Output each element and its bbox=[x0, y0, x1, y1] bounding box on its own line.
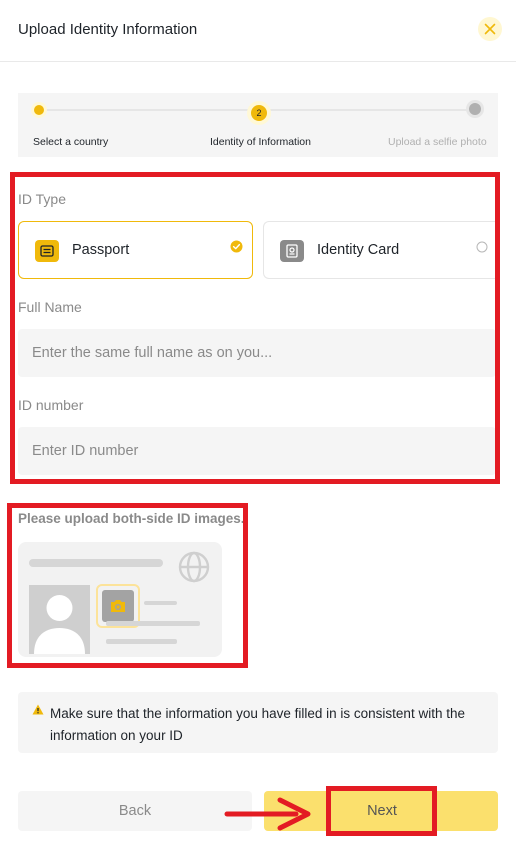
id-number-label: ID number bbox=[18, 397, 84, 413]
unselected-radio-icon bbox=[476, 241, 488, 253]
notice-text: Make sure that the information you have … bbox=[50, 706, 465, 743]
step-3-label: Upload a selfie photo bbox=[388, 136, 487, 148]
step-connector bbox=[270, 109, 470, 111]
avatar-placeholder-icon bbox=[29, 585, 90, 654]
camera-icon bbox=[111, 600, 125, 612]
selected-check-icon bbox=[230, 240, 243, 253]
id-type-label: ID Type bbox=[18, 191, 66, 207]
placeholder-line bbox=[144, 601, 177, 605]
placeholder-bar bbox=[29, 559, 163, 567]
placeholder-line bbox=[106, 621, 200, 626]
step-1-label: Select a country bbox=[33, 136, 109, 148]
consistency-notice: Make sure that the information you have … bbox=[18, 692, 498, 753]
warning-icon bbox=[32, 704, 44, 715]
full-name-input[interactable] bbox=[18, 329, 496, 377]
placeholder-line bbox=[106, 639, 177, 644]
close-button[interactable] bbox=[478, 17, 502, 41]
step-2-dot: 2 bbox=[247, 101, 271, 125]
step-3-dot bbox=[466, 100, 484, 118]
passport-label: Passport bbox=[72, 242, 130, 258]
close-icon bbox=[484, 23, 496, 35]
passport-icon bbox=[35, 240, 59, 262]
globe-icon bbox=[178, 551, 210, 583]
arrow-icon bbox=[224, 797, 311, 831]
upload-label: Please upload both-side ID images. bbox=[18, 511, 245, 526]
step-2-label: Identity of Information bbox=[210, 136, 311, 148]
progress-stepper: Select a country 2 Identity of Informati… bbox=[18, 93, 498, 157]
id-image-upload-area[interactable] bbox=[18, 542, 222, 657]
step-2-number: 2 bbox=[251, 105, 267, 121]
back-button[interactable]: Back bbox=[18, 791, 252, 831]
dialog-title: Upload Identity Information bbox=[18, 21, 198, 38]
identity-card-label: Identity Card bbox=[317, 242, 400, 258]
id-type-option-passport[interactable]: Passport bbox=[18, 221, 253, 279]
full-name-label: Full Name bbox=[18, 299, 82, 315]
id-number-input[interactable] bbox=[18, 427, 496, 475]
dialog-header: Upload Identity Information bbox=[0, 0, 516, 62]
id-card-icon bbox=[280, 240, 304, 262]
step-1-dot bbox=[31, 102, 47, 118]
id-type-option-identity-card[interactable]: Identity Card bbox=[263, 221, 496, 279]
step-connector bbox=[40, 109, 252, 111]
